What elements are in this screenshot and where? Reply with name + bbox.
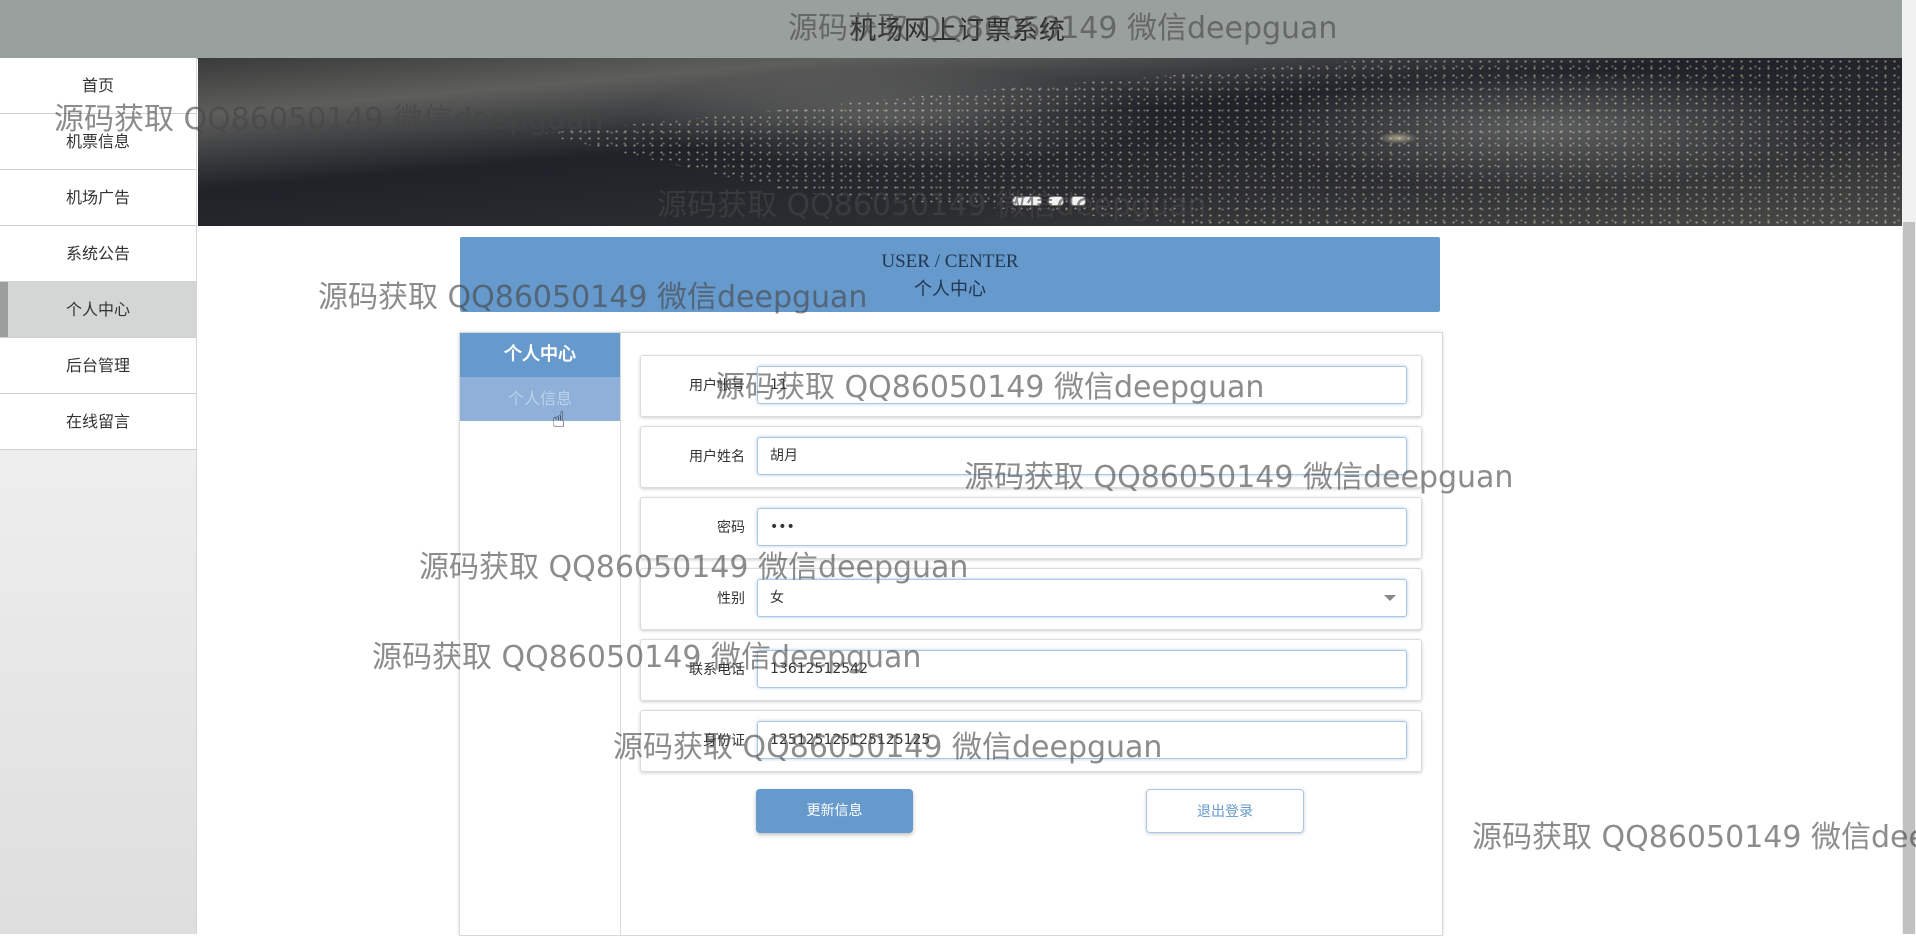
- logout-button[interactable]: 退出登录: [1146, 789, 1304, 833]
- form-row-phone: 联系电话 13612512542: [640, 639, 1422, 701]
- hand-cursor-icon: ☝: [552, 408, 566, 433]
- field-label: 联系电话: [689, 662, 745, 678]
- sidebar-item-notices[interactable]: 系统公告: [0, 226, 196, 282]
- account-input[interactable]: 11: [757, 366, 1407, 404]
- sidebar-nav: 首页 机票信息 机场广告 系统公告 个人中心 后台管理 在线留言: [0, 58, 197, 934]
- sidebar-item-home[interactable]: 首页: [0, 58, 196, 114]
- sidebar-item-admin[interactable]: 后台管理: [0, 338, 196, 394]
- user-center-menu: 个人中心 个人信息 ☝: [460, 333, 621, 935]
- user-center-card: 个人中心 个人信息 ☝ 用户帐号 11 用户姓名 胡月 密码 ••• 性别 女 …: [459, 332, 1443, 936]
- form-row-password: 密码 •••: [640, 497, 1422, 559]
- top-bar: 机场网上订票系统: [0, 0, 1916, 59]
- carousel-dot-1[interactable]: [1012, 196, 1042, 206]
- sidebar-item-messages[interactable]: 在线留言: [0, 394, 196, 450]
- sidebar-item-user-center[interactable]: 个人中心: [0, 282, 196, 338]
- field-label: 性别: [717, 591, 745, 607]
- sidebar-item-tickets[interactable]: 机票信息: [0, 114, 196, 170]
- carousel-dot-3[interactable]: [1070, 196, 1086, 206]
- watermark: 源码获取 QQ86050149 微信deepguan: [1472, 820, 1916, 855]
- sidebar-item-ads[interactable]: 机场广告: [0, 170, 196, 226]
- form-row-idcard: 身份证 125125125125125125: [640, 710, 1422, 772]
- menu-heading: 个人中心: [460, 333, 620, 377]
- field-label: 密码: [717, 520, 745, 536]
- page-scrollbar[interactable]: [1902, 0, 1916, 934]
- gender-value: 女: [770, 590, 784, 606]
- phone-input[interactable]: 13612512542: [757, 650, 1407, 688]
- idcard-input[interactable]: 125125125125125125: [757, 721, 1407, 759]
- form-row-gender: 性别 女: [640, 568, 1422, 630]
- carousel-indicators: [1012, 196, 1086, 206]
- app-title: 机场网上订票系统: [849, 16, 1066, 46]
- form-row-name: 用户姓名 胡月: [640, 426, 1422, 488]
- form-row-account: 用户帐号 11: [640, 355, 1422, 417]
- section-header-cn: 个人中心: [914, 279, 986, 299]
- update-info-button[interactable]: 更新信息: [756, 789, 913, 833]
- chevron-down-icon: [1384, 595, 1396, 601]
- field-label: 用户帐号: [689, 378, 745, 394]
- section-header: USER / CENTER 个人中心: [460, 237, 1440, 312]
- field-label: 身份证: [703, 733, 745, 749]
- carousel-dot-2[interactable]: [1048, 196, 1064, 206]
- scrollbar-thumb[interactable]: [1903, 222, 1915, 934]
- gender-select[interactable]: 女: [757, 579, 1407, 617]
- password-input[interactable]: •••: [757, 508, 1407, 546]
- section-header-en: USER / CENTER: [881, 251, 1019, 272]
- field-label: 用户姓名: [689, 449, 745, 465]
- menu-item-profile[interactable]: 个人信息: [460, 377, 620, 421]
- name-input[interactable]: 胡月: [757, 437, 1407, 475]
